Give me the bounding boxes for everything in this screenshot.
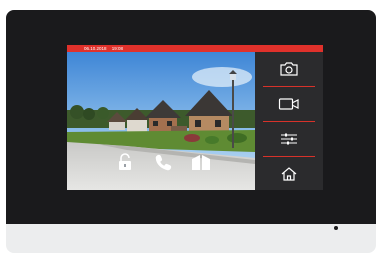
record-button[interactable] bbox=[255, 87, 323, 121]
status-time: 19:08 bbox=[111, 46, 124, 51]
unlock-icon bbox=[119, 153, 131, 170]
answer-call-button[interactable] bbox=[152, 151, 174, 173]
home-button[interactable] bbox=[255, 157, 323, 190]
open-gate-button[interactable] bbox=[190, 151, 212, 173]
unlock-button[interactable] bbox=[114, 151, 136, 173]
settings-button[interactable] bbox=[255, 122, 323, 156]
monitor-screen: 06.10.2018 19:08 bbox=[67, 45, 323, 190]
home-icon bbox=[281, 167, 297, 181]
video-camera-icon bbox=[278, 98, 299, 110]
power-indicator bbox=[334, 226, 338, 230]
camera-icon bbox=[280, 62, 298, 76]
snapshot-button[interactable] bbox=[255, 52, 323, 86]
gate-icon bbox=[192, 155, 210, 170]
phone-icon bbox=[155, 154, 172, 171]
call-controls bbox=[67, 151, 255, 175]
status-date: 06.10.2018 bbox=[84, 46, 107, 51]
status-bar: 06.10.2018 19:08 bbox=[67, 45, 323, 52]
sliders-icon bbox=[281, 133, 297, 145]
side-menu bbox=[255, 52, 323, 190]
